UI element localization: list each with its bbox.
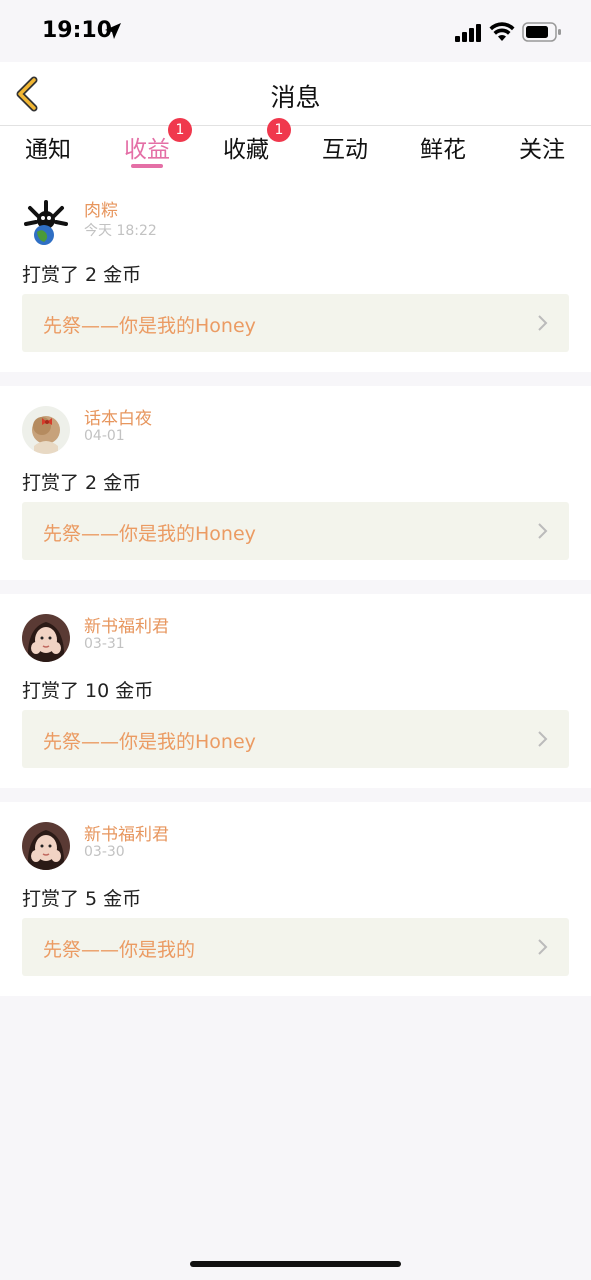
avatar[interactable]	[22, 822, 70, 870]
book-title: 先祭——你是我的Honey	[43, 315, 256, 337]
book-link[interactable]: 先祭——你是我的	[22, 918, 569, 976]
tab-following[interactable]: 关注	[502, 130, 582, 164]
avatar[interactable]	[22, 614, 70, 662]
book-link[interactable]: 先祭——你是我的Honey	[22, 294, 569, 352]
location-arrow-icon	[105, 23, 121, 39]
tab-earnings-badge: 1	[168, 118, 192, 142]
message-time: 04-01	[84, 428, 125, 444]
reward-text: 打赏了 2 金币	[22, 472, 142, 494]
chevron-right-icon	[538, 315, 548, 331]
avatar-image	[22, 198, 70, 246]
navigation-bar: 消息	[0, 62, 591, 126]
book-title: 先祭——你是我的Honey	[43, 523, 256, 545]
user-name[interactable]: 话本白夜	[84, 404, 152, 429]
message-time: 03-31	[84, 636, 125, 652]
status-time: 19:10	[42, 18, 113, 43]
book-link[interactable]: 先祭——你是我的Honey	[22, 710, 569, 768]
chevron-right-icon	[538, 523, 548, 539]
tab-notifications[interactable]: 通知	[8, 130, 88, 164]
tab-bar: 通知 收益 收藏 互动 鲜花 关注 1 1	[0, 118, 591, 178]
avatar[interactable]	[22, 198, 70, 246]
avatar-image	[22, 822, 70, 870]
page-title: 消息	[270, 83, 321, 112]
message-card: 新书福利君 03-30 打赏了 5 金币 先祭——你是我的	[0, 802, 591, 996]
reward-text: 打赏了 2 金币	[22, 264, 142, 286]
message-time: 今天 18:22	[84, 223, 157, 239]
reward-text: 打赏了 5 金币	[22, 888, 142, 910]
avatar-image	[22, 406, 70, 454]
user-name[interactable]: 肉粽	[84, 196, 118, 221]
tab-flowers[interactable]: 鲜花	[403, 130, 483, 164]
message-time: 03-30	[84, 844, 125, 860]
book-title: 先祭——你是我的	[43, 939, 196, 961]
message-card: 新书福利君 03-31 打赏了 10 金币 先祭——你是我的Honey	[0, 594, 591, 788]
avatar-image	[22, 614, 70, 662]
home-indicator[interactable]	[190, 1261, 401, 1267]
book-title: 先祭——你是我的Honey	[43, 731, 256, 753]
reward-text: 打赏了 10 金币	[22, 680, 154, 702]
user-name[interactable]: 新书福利君	[84, 820, 169, 845]
tab-favorites-badge: 1	[267, 118, 291, 142]
battery-icon	[522, 22, 561, 42]
message-card: 肉粽 今天 18:22 打赏了 2 金币 先祭——你是我的Honey	[0, 178, 591, 372]
tab-interactions[interactable]: 互动	[305, 130, 385, 164]
message-card: 话本白夜 04-01 打赏了 2 金币 先祭——你是我的Honey	[0, 386, 591, 580]
cellular-signal-icon	[455, 24, 481, 42]
user-name[interactable]: 新书福利君	[84, 612, 169, 637]
wifi-icon	[489, 22, 515, 41]
chevron-right-icon	[538, 731, 548, 747]
status-bar: 19:10	[0, 0, 591, 62]
avatar[interactable]	[22, 406, 70, 454]
book-link[interactable]: 先祭——你是我的Honey	[22, 502, 569, 560]
active-tab-indicator	[131, 164, 163, 168]
chevron-right-icon	[538, 939, 548, 955]
